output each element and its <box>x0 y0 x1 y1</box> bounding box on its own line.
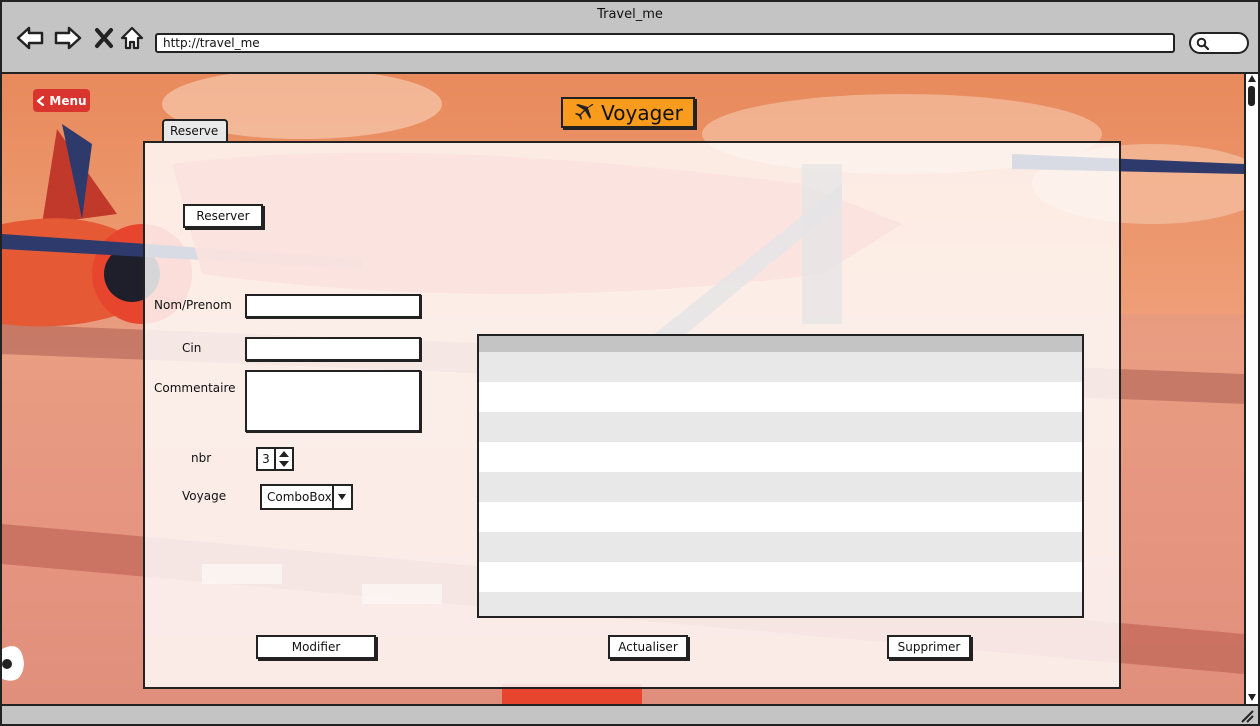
name-field[interactable] <box>245 294 421 318</box>
reservations-table[interactable] <box>477 334 1084 618</box>
table-row[interactable] <box>479 532 1082 562</box>
tab-reserve[interactable]: Reserve <box>162 119 228 141</box>
resize-grip-icon[interactable] <box>1240 709 1254 723</box>
stepper-arrows[interactable] <box>276 447 294 471</box>
voyage-combobox[interactable]: ComboBox <box>260 484 353 510</box>
forward-arrow-icon[interactable] <box>54 24 82 52</box>
close-x-icon[interactable] <box>90 24 118 52</box>
table-row[interactable] <box>479 412 1082 442</box>
table-row[interactable] <box>479 592 1082 616</box>
chevron-left-icon <box>37 95 45 106</box>
nbr-stepper[interactable]: 3 <box>256 447 296 471</box>
comment-textarea[interactable] <box>245 370 421 432</box>
name-label: Nom/Prenom <box>154 298 232 312</box>
scroll-down-arrow-icon[interactable] <box>1247 692 1257 702</box>
comment-label: Commentaire <box>154 381 236 395</box>
chevron-down-icon <box>338 494 347 500</box>
combobox-arrow[interactable] <box>333 484 353 510</box>
table-row[interactable] <box>479 472 1082 502</box>
scroll-up-arrow-icon[interactable] <box>1247 74 1257 84</box>
modifier-button[interactable]: Modifier <box>256 635 376 659</box>
browser-chrome: Travel_me http://travel_me <box>2 2 1258 74</box>
status-bar <box>2 704 1258 724</box>
table-body <box>479 352 1082 616</box>
table-row[interactable] <box>479 562 1082 592</box>
back-arrow-icon[interactable] <box>16 24 44 52</box>
table-header <box>479 336 1082 352</box>
nbr-label: nbr <box>191 451 212 465</box>
table-row[interactable] <box>479 442 1082 472</box>
scrollbar-thumb[interactable] <box>1248 86 1255 106</box>
table-row[interactable] <box>479 352 1082 382</box>
page-title: Voyager <box>601 100 683 125</box>
cin-field[interactable] <box>245 337 421 361</box>
voyage-label: Voyage <box>182 489 227 503</box>
table-row[interactable] <box>479 502 1082 532</box>
window-title: Travel_me <box>597 7 663 22</box>
menu-button-label: Menu <box>49 93 87 108</box>
nbr-value[interactable]: 3 <box>256 447 276 471</box>
voyage-combobox-value[interactable]: ComboBox <box>260 484 334 510</box>
up-down-arrows-icon <box>279 451 289 467</box>
cin-label: Cin <box>182 341 202 355</box>
menu-button[interactable]: Menu <box>33 89 90 112</box>
page-content: Menu Voyager Reserve Reserver Nom/Prenom… <box>2 74 1244 704</box>
reserver-button[interactable]: Reserver <box>183 204 263 228</box>
page-title-badge: Voyager <box>561 97 695 128</box>
url-bar[interactable]: http://travel_me <box>155 33 1175 53</box>
supprimer-button[interactable]: Supprimer <box>887 635 971 659</box>
browser-search-field[interactable] <box>1189 32 1249 54</box>
browser-window: Travel_me http://travel_me Menu Voyager … <box>0 0 1260 726</box>
vertical-scrollbar[interactable] <box>1244 74 1258 704</box>
actualiser-button[interactable]: Actualiser <box>608 635 688 659</box>
table-row[interactable] <box>479 382 1082 412</box>
airplane-icon <box>575 103 594 120</box>
search-icon <box>1196 37 1210 51</box>
home-icon[interactable] <box>118 24 146 52</box>
